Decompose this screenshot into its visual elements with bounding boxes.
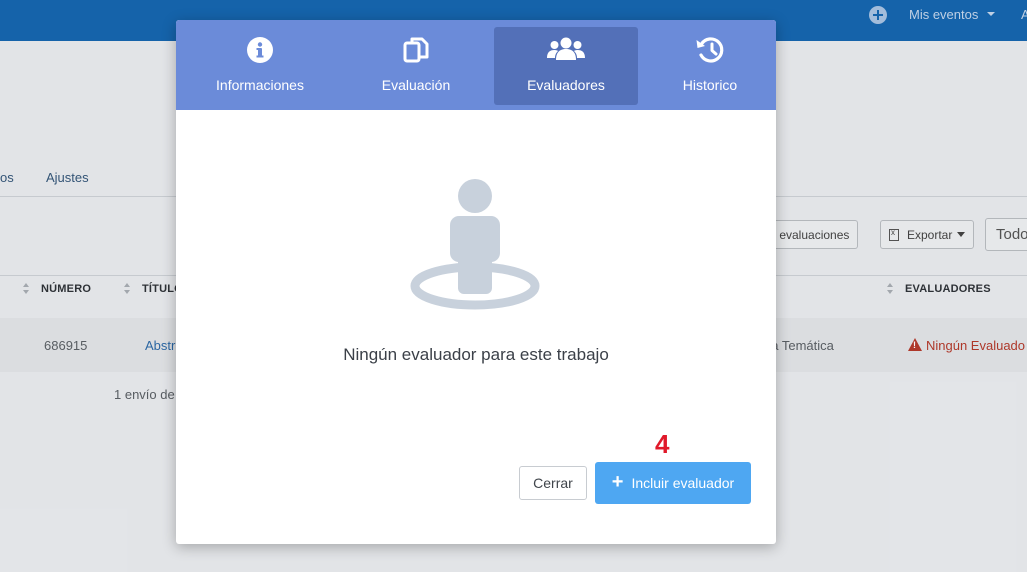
add-evaluator-label: Incluir evaluador [631, 475, 735, 491]
tab-historico[interactable]: Historico [640, 20, 776, 110]
users-group-icon [547, 36, 585, 67]
tab-label: Evaluadores [527, 77, 605, 93]
tab-label: Informaciones [216, 77, 304, 93]
tab-evaluadores[interactable]: Evaluadores [494, 27, 638, 105]
close-button[interactable]: Cerrar [519, 466, 587, 500]
tab-label: Evaluación [381, 77, 451, 93]
info-circle-icon [246, 36, 274, 69]
modal-tab-bar: Informaciones Evaluación Evaluadores His… [176, 20, 776, 110]
plus-icon: + [611, 471, 624, 493]
history-icon [695, 36, 725, 69]
empty-state-message: Ningún evaluador para este trabajo [343, 345, 609, 364]
empty-evaluators-illustration [408, 178, 542, 319]
tab-evaluacion[interactable]: Evaluación [346, 20, 486, 110]
close-button-label: Cerrar [533, 475, 573, 491]
tab-informaciones[interactable]: Informaciones [190, 20, 330, 110]
step-annotation: 4 [655, 429, 670, 459]
add-evaluator-button[interactable]: + Incluir evaluador [595, 462, 751, 504]
evaluators-modal: Informaciones Evaluación Evaluadores His… [176, 20, 776, 544]
copy-documents-icon [402, 36, 430, 71]
tab-label: Historico [682, 77, 738, 93]
